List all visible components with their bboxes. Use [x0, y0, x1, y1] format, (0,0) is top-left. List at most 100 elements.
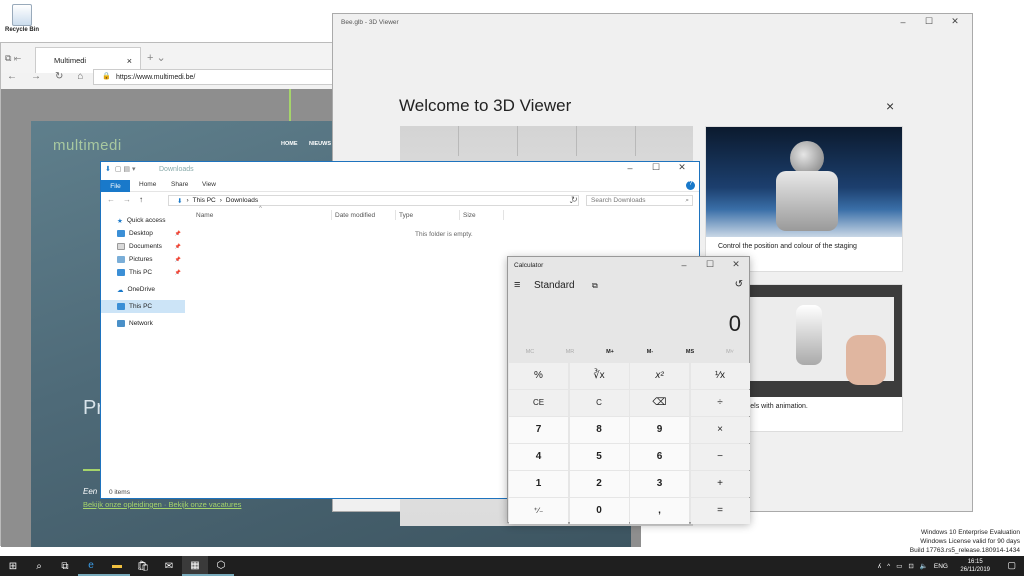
feature-card-staging[interactable]: Control the position and colour of the s… — [705, 126, 903, 272]
close-tab-icon[interactable]: × — [127, 56, 132, 66]
help-icon[interactable]: ? — [686, 181, 695, 190]
maximize-icon[interactable]: ☐ — [916, 16, 942, 27]
nav-this-pc[interactable]: This PC — [101, 300, 185, 313]
digit-3-button[interactable]: 3 — [630, 471, 689, 497]
digit-7-button[interactable]: 7 — [509, 417, 568, 443]
equals-button[interactable]: = — [690, 498, 750, 524]
backspace-icon[interactable]: ⌫ — [630, 390, 689, 416]
memory-subtract-button[interactable]: M- — [630, 349, 670, 355]
search-icon[interactable]: ⌕ — [26, 556, 52, 576]
address-bar[interactable]: ⬇ › This PC › Downloads ⌄ — [168, 195, 579, 206]
memory-list-button[interactable]: M˅ — [710, 349, 750, 355]
minimize-icon[interactable]: – — [671, 260, 697, 270]
edge-icon[interactable]: e — [78, 556, 104, 576]
network-icon[interactable]: ⊡ — [908, 562, 913, 570]
maximize-icon[interactable]: ☐ — [697, 259, 723, 270]
calculator-window: Calculator – ☐ ✕ ≡ Standard ⧉ ↺ 0 MC MR … — [507, 256, 750, 524]
store-icon[interactable]: 🛍 — [130, 556, 156, 576]
nav-onedrive[interactable]: ☁ OneDrive — [101, 283, 185, 296]
history-icon[interactable]: ↺ — [735, 279, 743, 290]
subtract-button[interactable]: − — [690, 444, 750, 470]
ribbon-tab-view[interactable]: View — [202, 181, 216, 188]
notifications-icon[interactable]: ▢ — [1007, 560, 1016, 571]
multiply-button[interactable]: × — [690, 417, 750, 443]
digit-2-button[interactable]: 2 — [569, 471, 629, 497]
square-button[interactable]: x² — [630, 363, 689, 389]
search-input[interactable]: Search Downloads ⌕ — [586, 195, 693, 206]
add-button[interactable]: + — [690, 471, 750, 497]
nav-network[interactable]: Network — [101, 317, 185, 330]
negate-button[interactable]: ⁺∕₋ — [509, 498, 568, 524]
maximize-icon[interactable]: ☐ — [643, 162, 669, 173]
divide-button[interactable]: ÷ — [690, 390, 750, 416]
file-explorer-icon[interactable]: ▬ — [104, 556, 130, 576]
digit-4-button[interactable]: 4 — [509, 444, 568, 470]
nav-desktop[interactable]: Desktop 📌 — [101, 227, 185, 240]
recycle-bin[interactable]: Recycle Bin — [4, 4, 40, 33]
clear-button[interactable]: C — [569, 390, 629, 416]
memory-recall-button[interactable]: MR — [550, 349, 590, 355]
column-header-date[interactable]: Date modified — [335, 212, 375, 219]
close-icon[interactable]: ✕ — [942, 16, 968, 27]
ribbon-tab-file[interactable]: File — [101, 180, 130, 192]
new-tab-icon[interactable]: + ⌄ — [147, 51, 166, 64]
start-windows-icon[interactable]: ⊞ — [0, 556, 26, 576]
calculator-icon[interactable]: ▦ — [182, 556, 208, 576]
memory-add-button[interactable]: M+ — [590, 349, 630, 355]
percent-button[interactable]: % — [509, 363, 568, 389]
site-logo[interactable]: multimedi — [53, 137, 122, 154]
clock[interactable]: 16:15 26/11/2019 — [960, 558, 990, 574]
column-header-type[interactable]: Type — [399, 212, 413, 219]
digit-6-button[interactable]: 6 — [630, 444, 689, 470]
nav-pictures[interactable]: Pictures 📌 — [101, 253, 185, 266]
nav-quick-access[interactable]: ★ Quick access — [101, 214, 185, 227]
language-indicator[interactable]: ENG — [934, 563, 948, 570]
nav-this-pc-pinned[interactable]: This PC 📌 — [101, 266, 185, 279]
digit-1-button[interactable]: 1 — [509, 471, 568, 497]
site-nav-news[interactable]: NIEUWS — [309, 141, 331, 147]
digit-9-button[interactable]: 9 — [630, 417, 689, 443]
home-icon[interactable]: ⌂ — [77, 71, 83, 82]
battery-icon[interactable]: ▭ — [896, 562, 902, 570]
digit-0-button[interactable]: 0 — [569, 498, 629, 524]
minimize-icon[interactable]: – — [617, 163, 643, 173]
nav-documents[interactable]: Documents 📌 — [101, 240, 185, 253]
breadcrumb-downloads[interactable]: Downloads — [226, 197, 258, 204]
volume-icon[interactable]: 🔈 — [920, 562, 928, 570]
up-icon[interactable]: ↑ — [139, 195, 143, 204]
forward-icon[interactable]: → — [123, 195, 131, 204]
mail-icon[interactable]: ✉ — [156, 556, 182, 576]
memory-clear-button[interactable]: MC — [510, 349, 550, 355]
welcome-close-icon[interactable]: × — [886, 98, 894, 114]
task-view-icon[interactable]: ⧉ — [52, 556, 78, 576]
column-header-name[interactable]: Name — [196, 212, 213, 219]
memory-store-button[interactable]: MS — [670, 349, 710, 355]
hamburger-menu-icon[interactable]: ≡ — [514, 279, 520, 291]
3d-viewer-icon[interactable]: ⬡ — [208, 556, 234, 576]
keep-on-top-icon[interactable]: ⧉ — [592, 281, 598, 291]
cube-root-button[interactable]: ∛x — [569, 363, 629, 389]
digit-8-button[interactable]: 8 — [569, 417, 629, 443]
clear-entry-button[interactable]: CE — [509, 390, 568, 416]
people-icon[interactable]: ʎ — [878, 563, 881, 570]
tab-actions-icon[interactable]: ⧉ ⇤ — [5, 53, 21, 64]
back-icon[interactable]: ← — [7, 71, 17, 82]
refresh-icon[interactable]: ↻ — [55, 71, 63, 82]
ribbon-tab-share[interactable]: Share — [171, 181, 188, 188]
quick-access-toolbar-icon[interactable]: ▢ ▤ ▾ — [115, 165, 136, 173]
forward-icon[interactable]: → — [31, 71, 41, 82]
close-icon[interactable]: ✕ — [723, 259, 749, 270]
digit-5-button[interactable]: 5 — [569, 444, 629, 470]
back-icon[interactable]: ← — [107, 195, 115, 204]
hero-links[interactable]: Bekijk onze opleidingen · Bekijk onze va… — [83, 500, 241, 509]
refresh-icon[interactable]: ↻ — [571, 195, 578, 204]
chevron-up-icon[interactable]: ^ — [887, 563, 890, 570]
minimize-icon[interactable]: – — [890, 17, 916, 27]
site-nav-home[interactable]: HOME — [281, 141, 298, 147]
breadcrumb-this-pc[interactable]: This PC — [193, 197, 216, 204]
column-header-size[interactable]: Size — [463, 212, 476, 219]
close-icon[interactable]: ✕ — [669, 162, 695, 173]
ribbon-tab-home[interactable]: Home — [139, 181, 156, 188]
reciprocal-button[interactable]: ¹⁄x — [690, 363, 750, 389]
decimal-button[interactable]: , — [630, 498, 689, 524]
